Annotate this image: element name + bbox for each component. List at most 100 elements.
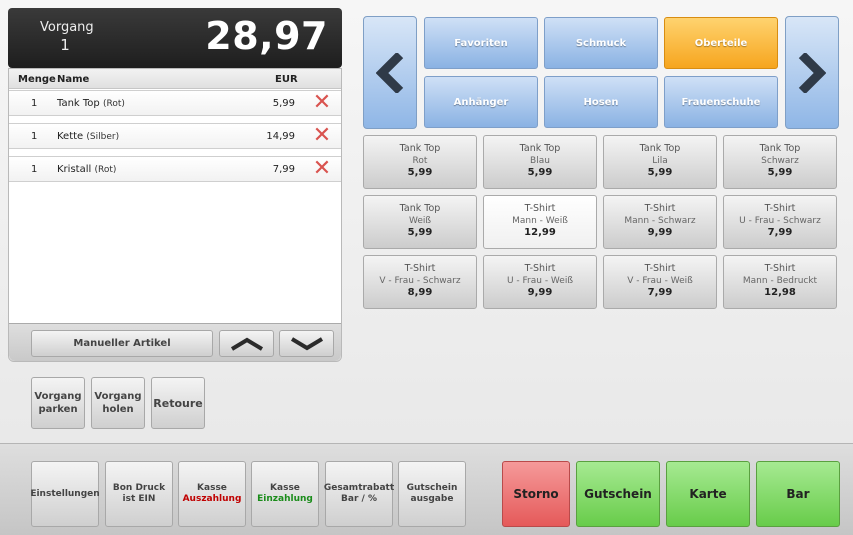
receipt-list: Menge Name EUR 1 Tank Top (Rot) 5,99 ✕ 1… bbox=[8, 68, 342, 362]
category-favoriten[interactable]: Favoriten bbox=[424, 17, 538, 69]
product-button[interactable]: Tank Top Rot 5,99 bbox=[363, 135, 477, 189]
func-sublabel: Auszahlung bbox=[182, 494, 242, 504]
category-next-button[interactable] bbox=[785, 16, 839, 129]
product-name: T-Shirt bbox=[524, 263, 556, 274]
delete-icon[interactable]: ✕ bbox=[311, 125, 333, 147]
func-sublabel: Einzahlung bbox=[257, 494, 313, 504]
product-variant: U - Frau - Weiß bbox=[506, 276, 574, 286]
product-variant: V - Frau - Weiß bbox=[627, 276, 693, 286]
cash-pay-button[interactable]: Bar bbox=[756, 461, 840, 527]
product-name: T-Shirt bbox=[644, 203, 676, 214]
list-item[interactable]: 1 Kristall (Rot) 7,99 ✕ bbox=[9, 156, 341, 182]
product-button[interactable]: T-Shirt Mann - Bedruckt 12,98 bbox=[723, 255, 837, 309]
product-button[interactable]: T-Shirt V - Frau - Schwarz 8,99 bbox=[363, 255, 477, 309]
category-prev-button[interactable] bbox=[363, 16, 417, 129]
item-qty: 1 bbox=[31, 98, 38, 109]
product-button[interactable]: T-Shirt U - Frau - Weiß 9,99 bbox=[483, 255, 597, 309]
delete-icon[interactable]: ✕ bbox=[311, 92, 333, 114]
product-button[interactable]: Tank Top Weiß 5,99 bbox=[363, 195, 477, 249]
category-anhaenger[interactable]: Anhänger bbox=[424, 76, 538, 128]
cash-payout-button[interactable]: Kasse Auszahlung bbox=[178, 461, 246, 527]
product-price: 5,99 bbox=[527, 167, 553, 178]
park-transaction-button[interactable]: Vorgang parken bbox=[31, 377, 85, 429]
column-menge: Menge bbox=[18, 74, 56, 85]
product-variant: Schwarz bbox=[761, 156, 799, 166]
list-footer: Manueller Artikel bbox=[9, 323, 341, 361]
product-price: 5,99 bbox=[767, 167, 793, 178]
product-price: 8,99 bbox=[407, 287, 433, 298]
product-price: 5,99 bbox=[647, 167, 673, 178]
return-button[interactable]: Retoure bbox=[151, 377, 205, 429]
product-price: 5,99 bbox=[407, 227, 433, 238]
list-header: Menge Name EUR bbox=[9, 69, 341, 89]
product-variant: Mann - Schwarz bbox=[624, 216, 696, 226]
storno-button[interactable]: Storno bbox=[502, 461, 570, 527]
vorgang-number: 1 bbox=[60, 36, 70, 54]
product-name: Tank Top bbox=[759, 143, 801, 154]
func-label: Kasse bbox=[197, 483, 227, 493]
product-price: 12,99 bbox=[524, 227, 556, 238]
product-name: Tank Top bbox=[399, 203, 441, 214]
scroll-up-button[interactable] bbox=[219, 330, 274, 357]
chevron-down-icon bbox=[290, 336, 323, 350]
item-name: Tank Top bbox=[57, 98, 100, 109]
func-label: Einstellungen bbox=[30, 488, 100, 499]
item-name: Kette bbox=[57, 131, 84, 142]
product-price: 9,99 bbox=[647, 227, 673, 238]
settings-button[interactable]: Einstellungen bbox=[30, 461, 100, 527]
product-button[interactable]: Tank Top Schwarz 5,99 bbox=[723, 135, 837, 189]
cash-deposit-button[interactable]: Kasse Einzahlung bbox=[251, 461, 319, 527]
product-name: T-Shirt bbox=[764, 263, 796, 274]
voucher-issue-button[interactable]: Gutschein ausgabe bbox=[398, 461, 466, 527]
product-button[interactable]: T-Shirt Mann - Weiß 12,99 bbox=[483, 195, 597, 249]
product-button[interactable]: T-Shirt Mann - Schwarz 9,99 bbox=[603, 195, 717, 249]
arrow-right-icon bbox=[798, 52, 826, 93]
product-button[interactable]: T-Shirt V - Frau - Weiß 7,99 bbox=[603, 255, 717, 309]
product-button[interactable]: Tank Top Blau 5,99 bbox=[483, 135, 597, 189]
product-variant: Lila bbox=[652, 156, 668, 166]
holen-label-line2: holen bbox=[102, 404, 134, 415]
category-oberteile[interactable]: Oberteile bbox=[664, 17, 778, 69]
scroll-down-button[interactable] bbox=[279, 330, 334, 357]
item-qty: 1 bbox=[31, 131, 38, 142]
park-label-line2: parken bbox=[38, 404, 78, 415]
column-eur: EUR bbox=[275, 74, 298, 85]
product-name: T-Shirt bbox=[644, 263, 676, 274]
bottom-toolbar: Einstellungen Bon Druck ist EIN Kasse Ausz… bbox=[0, 443, 853, 535]
category-schmuck[interactable]: Schmuck bbox=[544, 17, 658, 69]
holen-label-line1: Vorgang bbox=[94, 391, 142, 402]
item-variant: (Silber) bbox=[86, 132, 120, 142]
product-variant: Blau bbox=[530, 156, 550, 166]
list-item[interactable]: 1 Tank Top (Rot) 5,99 ✕ bbox=[9, 90, 341, 116]
delete-icon[interactable]: ✕ bbox=[311, 158, 333, 180]
product-variant: Mann - Bedruckt bbox=[742, 276, 818, 286]
func-label: Gutschein bbox=[406, 483, 458, 493]
product-variant: U - Frau - Schwarz bbox=[739, 216, 821, 226]
product-variant: Rot bbox=[412, 156, 428, 166]
total-discount-button[interactable]: Gesamtrabatt Bar / % bbox=[324, 461, 394, 527]
product-button[interactable]: Tank Top Lila 5,99 bbox=[603, 135, 717, 189]
product-price: 9,99 bbox=[527, 287, 553, 298]
card-pay-button[interactable]: Karte bbox=[666, 461, 750, 527]
voucher-pay-button[interactable]: Gutschein bbox=[576, 461, 660, 527]
product-name: Tank Top bbox=[639, 143, 681, 154]
column-name: Name bbox=[57, 74, 90, 85]
receipt-print-toggle[interactable]: Bon Druck ist EIN bbox=[105, 461, 173, 527]
vorgang-label: Vorgang bbox=[40, 20, 94, 35]
func-sublabel: ausgabe bbox=[410, 494, 454, 504]
product-variant: Weiß bbox=[408, 216, 432, 226]
func-label: Kasse bbox=[270, 483, 300, 493]
manual-item-button[interactable]: Manueller Artikel bbox=[31, 330, 213, 357]
product-variant: Mann - Weiß bbox=[512, 216, 568, 226]
product-price: 5,99 bbox=[407, 167, 433, 178]
category-frauenschuhe[interactable]: Frauenschuhe bbox=[664, 76, 778, 128]
product-price: 7,99 bbox=[767, 227, 793, 238]
product-price: 12,98 bbox=[764, 287, 796, 298]
product-variant: V - Frau - Schwarz bbox=[379, 276, 461, 286]
product-name: T-Shirt bbox=[404, 263, 436, 274]
fetch-transaction-button[interactable]: Vorgang holen bbox=[91, 377, 145, 429]
category-hosen[interactable]: Hosen bbox=[544, 76, 658, 128]
list-item[interactable]: 1 Kette (Silber) 14,99 ✕ bbox=[9, 123, 341, 149]
product-name: Tank Top bbox=[399, 143, 441, 154]
product-button[interactable]: T-Shirt U - Frau - Schwarz 7,99 bbox=[723, 195, 837, 249]
